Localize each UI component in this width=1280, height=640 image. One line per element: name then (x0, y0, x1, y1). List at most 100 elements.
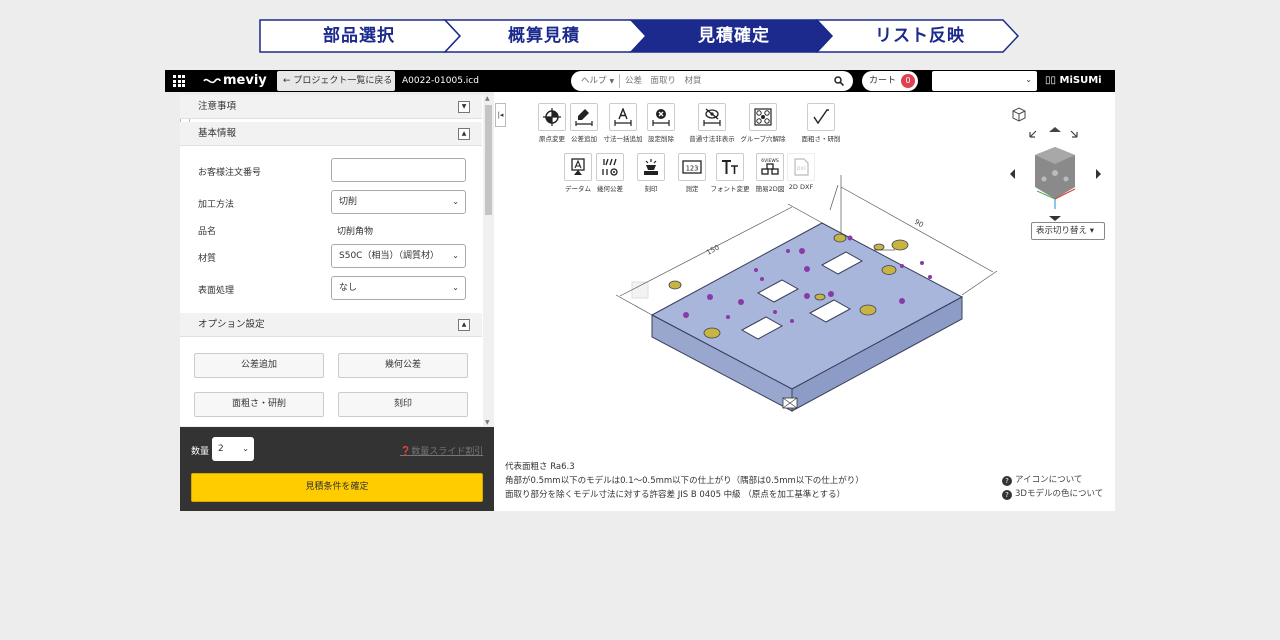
help-link-label: アイコンについて (1015, 475, 1083, 485)
notice-header-label: 注意事項 (198, 101, 237, 112)
icon-help-link[interactable]: ? アイコンについて (1002, 473, 1103, 487)
collapse-panel-button[interactable]: |◂ (495, 103, 506, 127)
option-section-header[interactable]: オプション設定 ▲ (180, 313, 482, 337)
hole-group-icon (749, 103, 777, 131)
roughness-grind-tool[interactable]: 面粗さ・研削 (791, 103, 851, 143)
volume-discount-link[interactable]: ❓数量スライド割引 (400, 444, 483, 457)
note-line: 面取り部分を除くモデル寸法に対する許容差 JIS B 0405 中級 （原点を加… (505, 490, 846, 500)
chevron-down-icon: ⌄ (452, 251, 459, 260)
chevron-down-icon: ⌄ (242, 444, 249, 453)
quantity-select[interactable]: 2 ⌄ (212, 437, 254, 461)
delete-dimension-icon (647, 103, 675, 131)
caret-down-icon: ▾ (1089, 226, 1094, 236)
question-icon: ? (1002, 490, 1012, 500)
geometric-tolerance-button[interactable]: 幾何公差 (338, 353, 468, 378)
progress-steps: 部品選択 概算見積 見積確定 リスト反映 (259, 19, 1019, 53)
search-input[interactable]: 公差 面取り 材質 (625, 71, 702, 91)
logo-text: meviy (223, 73, 267, 88)
arrow-left-icon: ← (283, 76, 294, 86)
cart-button[interactable]: カート 0 (862, 71, 918, 91)
arrow-left-icon (1010, 169, 1015, 179)
ungroup-holes-tool[interactable]: グループ穴解除 (733, 103, 793, 143)
roughness-symbol-icon (807, 103, 835, 131)
arrow-right-icon (1096, 169, 1101, 179)
tool-label: 面粗さ・研削 (801, 135, 841, 143)
back-label: プロジェクト一覧に戻る (293, 76, 393, 86)
material-value: S50C（相当）（調質材） (339, 251, 439, 261)
home-cube-icon (1012, 107, 1026, 122)
notice-section-header[interactable]: 注意事項 ▼ (180, 95, 482, 119)
view-cube-widget[interactable] (1003, 107, 1103, 222)
cart-count-badge: 0 (901, 74, 915, 88)
chevron-up-icon[interactable]: ▲ (458, 319, 470, 331)
surface-treatment-select[interactable]: なし ⌄ (331, 276, 466, 300)
help-select[interactable]: ヘルプ ▼ (581, 71, 614, 92)
question-icon: ? (1002, 476, 1012, 486)
chevron-down-icon: ⌄ (452, 197, 459, 206)
view-switch-select[interactable]: 表示切り替え ▾ (1031, 222, 1105, 240)
brand-text: MiSUMi (1059, 75, 1102, 86)
top-bar: meviy ← プロジェクト一覧に戻る A0022-01005.icd ヘルプ ▼… (165, 70, 1115, 92)
arrow-up-icon (1049, 127, 1061, 132)
scroll-up-icon[interactable]: ▲ (485, 95, 490, 102)
color-help-link[interactable]: ? 3Dモデルの色について (1002, 487, 1103, 501)
note-line: 代表面粗さ Ra6.3 (505, 462, 575, 472)
cart-label: カート (869, 76, 897, 86)
note-line: 角部が0.5mm以下のモデルは0.1～0.5mm以下の仕上がり（隅部は0.5mm… (505, 476, 864, 486)
chevron-down-icon: ⌄ (452, 283, 459, 292)
file-name: A0022-01005.icd (402, 76, 479, 86)
chevron-down-icon: ▼ (609, 78, 615, 85)
misumi-logo[interactable]: ▯▯ MiSUMi (1045, 70, 1102, 92)
meviy-logo-icon (203, 77, 221, 83)
process-method-select[interactable]: 切削 ⌄ (331, 190, 466, 214)
plate-top-face (650, 222, 964, 390)
step-estimate: 概算見積 (508, 26, 580, 46)
step-list-reflect: リスト反映 (875, 26, 965, 46)
rotate-right-icon (1070, 130, 1078, 138)
surface-treatment-label: 表面処理 (198, 286, 235, 296)
search-box[interactable]: ヘルプ ▼ 公差 面取り 材質 (571, 71, 853, 91)
order-number-label: お客様注文番号 (198, 168, 262, 178)
view-switch-label: 表示切り替え (1036, 226, 1088, 236)
surface-roughness-button[interactable]: 面粗さ・研削 (194, 392, 324, 417)
account-select[interactable]: ⌄ (932, 71, 1037, 91)
meviy-logo[interactable]: meviy (203, 73, 267, 89)
order-number-input[interactable] (331, 158, 466, 182)
tool-label: 設定削除 (648, 135, 674, 143)
basic-header-label: 基本情報 (198, 128, 237, 139)
option-header-label: オプション設定 (198, 319, 265, 330)
quantity-label: 数量 (191, 447, 210, 457)
chevron-down-icon[interactable]: ▼ (458, 101, 470, 113)
eye-off-icon (698, 103, 726, 131)
back-to-projects-button[interactable]: ← プロジェクト一覧に戻る (277, 71, 395, 91)
left-scrollbar[interactable]: ▲ ▼ (483, 95, 494, 426)
quote-footer: 数量 2 ⌄ ❓数量スライド割引 見積条件を確定 (180, 427, 494, 511)
basic-info-section-header[interactable]: 基本情報 ▲ (180, 122, 482, 146)
rotate-left-icon (1029, 130, 1037, 138)
engraving-button[interactable]: 刻印 (338, 392, 468, 417)
scroll-down-icon[interactable]: ▼ (485, 419, 490, 426)
product-name-value: 切削角物 (337, 227, 374, 237)
view-origin-marker (631, 281, 649, 299)
add-tolerance-button[interactable]: 公差追加 (194, 353, 324, 378)
search-icon[interactable] (834, 76, 844, 86)
material-label: 材質 (198, 254, 217, 264)
help-label: ヘルプ (581, 76, 607, 86)
chevron-up-icon[interactable]: ▲ (458, 128, 470, 140)
tool-label: 普通寸法非表示 (689, 135, 735, 143)
help-links: ? アイコンについて ? 3Dモデルの色について (1002, 473, 1103, 501)
divider (619, 74, 620, 88)
step-parts-select: 部品選択 (323, 26, 395, 46)
misumi-mark-icon: ▯▯ (1045, 75, 1060, 86)
quantity-value: 2 (218, 444, 224, 454)
confirm-quote-button[interactable]: 見積条件を確定 (191, 473, 483, 502)
app-window: meviy ← プロジェクト一覧に戻る A0022-01005.icd ヘルプ ▼… (165, 70, 1115, 511)
help-link-label: 3Dモデルの色について (1015, 489, 1104, 499)
scroll-thumb[interactable] (485, 105, 492, 215)
surface-treatment-value: なし (339, 283, 358, 293)
tool-label: グループ穴解除 (740, 135, 786, 143)
apps-grid-icon[interactable] (173, 75, 185, 87)
process-method-label: 加工方法 (198, 200, 235, 210)
material-select[interactable]: S50C（相当）（調質材） ⌄ (331, 244, 466, 268)
question-icon: ❓ (400, 447, 412, 457)
